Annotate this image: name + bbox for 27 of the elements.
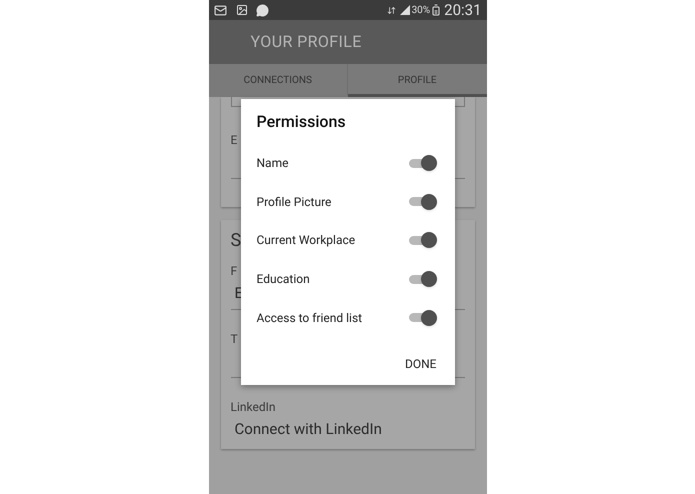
dialog-title: Permissions bbox=[256, 111, 346, 133]
battery-icon bbox=[430, 4, 442, 16]
toggle-switch[interactable] bbox=[408, 270, 434, 288]
chat-icon bbox=[256, 4, 268, 16]
toggle-switch[interactable] bbox=[408, 154, 434, 172]
mail-icon bbox=[214, 4, 226, 16]
toggle-switch[interactable] bbox=[408, 308, 434, 327]
data-icon bbox=[386, 6, 396, 14]
permission-label: Current Workplace bbox=[256, 232, 356, 250]
permission-label: Profile Picture bbox=[256, 194, 332, 211]
battery-percent: 30% bbox=[412, 4, 430, 18]
toggle-switch[interactable] bbox=[408, 231, 434, 250]
permission-label: Name bbox=[256, 155, 288, 172]
field-label: F bbox=[230, 264, 238, 278]
toggle-switch[interactable] bbox=[408, 192, 434, 211]
field-label: E bbox=[230, 133, 238, 147]
permission-label: Access to friend list bbox=[256, 310, 362, 327]
input-field[interactable]: Connect with LinkedIn bbox=[230, 420, 464, 438]
field-label: LinkedIn bbox=[230, 400, 276, 414]
signal-icon bbox=[400, 5, 410, 15]
field-label: T bbox=[230, 332, 238, 346]
app-title: YOUR PROFILE bbox=[250, 31, 362, 53]
image-icon bbox=[236, 4, 248, 16]
permission-label: Education bbox=[256, 271, 310, 288]
done-button[interactable]: DONE bbox=[402, 350, 438, 377]
card-heading: S bbox=[230, 230, 242, 252]
clock: 20:31 bbox=[444, 0, 482, 21]
